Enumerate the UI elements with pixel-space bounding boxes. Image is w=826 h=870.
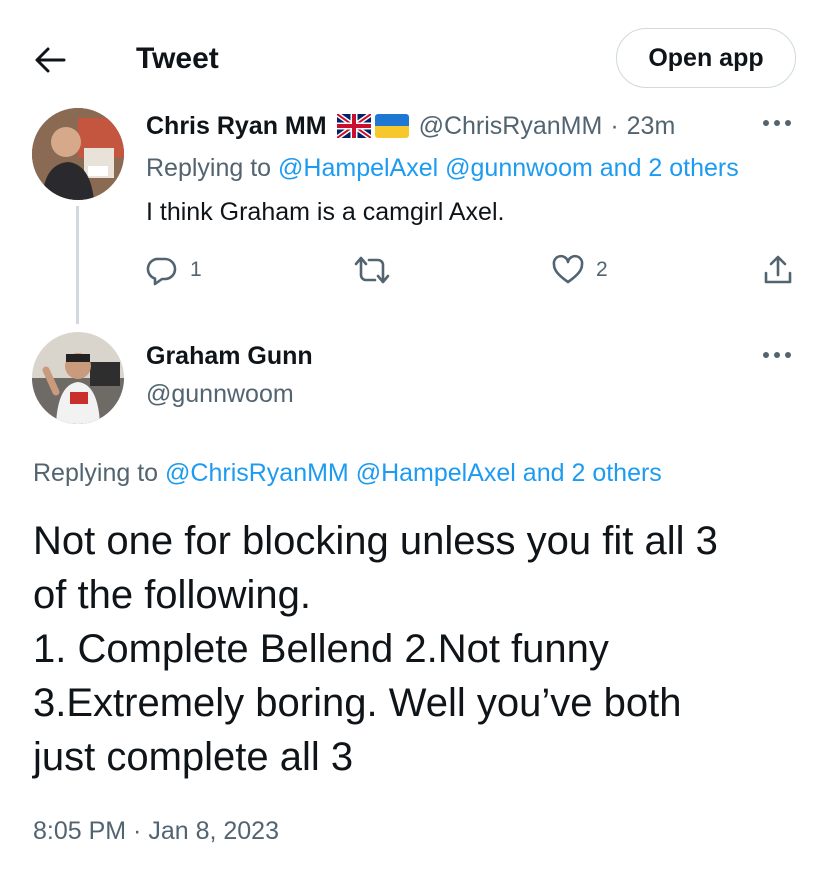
tweet-text-line: just complete all 3 xyxy=(33,735,354,779)
replying-to: Replying to @HampelAxel @gunnwoom and 2 … xyxy=(146,152,739,184)
like-count: 2 xyxy=(596,258,608,281)
tweet-text-line: 1. Complete Bellend 2.Not funny xyxy=(33,627,609,671)
arrow-left-icon xyxy=(35,47,66,73)
retweet-button[interactable] xyxy=(354,254,402,286)
replying-prefix: Replying to xyxy=(146,154,272,182)
more-dots-icon xyxy=(763,352,791,358)
reply-icon xyxy=(146,257,177,286)
reply-count: 1 xyxy=(190,258,202,281)
avatar[interactable] xyxy=(32,332,124,424)
open-app-button[interactable]: Open app xyxy=(616,28,796,88)
like-button[interactable]: 2 xyxy=(552,254,608,286)
tweet-text: I think Graham is a camgirl Axel. xyxy=(146,198,505,226)
heart-icon xyxy=(552,254,584,284)
share-icon xyxy=(764,255,792,284)
author-name[interactable]: Chris Ryan MM xyxy=(146,110,327,142)
author-handle[interactable]: @gunnwoom xyxy=(146,378,294,410)
share-button[interactable] xyxy=(762,254,794,286)
tweet-text-line: 3.Extremely boring. Well you’ve both xyxy=(33,681,682,725)
avatar[interactable] xyxy=(32,108,124,200)
tweet-text-line: Not one for blocking unless you fit all … xyxy=(33,519,718,563)
uk-flag-icon xyxy=(336,114,371,138)
replying-to-links[interactable]: @ChrisRyanMM @HampelAxel and 2 others xyxy=(165,459,662,487)
back-button[interactable] xyxy=(28,38,72,82)
replying-to: Replying to @ChrisRyanMM @HampelAxel and… xyxy=(33,457,662,489)
replying-prefix: Replying to xyxy=(33,459,159,487)
more-button[interactable] xyxy=(762,350,792,360)
retweet-icon xyxy=(354,256,390,284)
reply-button[interactable]: 1 xyxy=(146,254,202,286)
tweet-text: Not one for blocking unless you fit all … xyxy=(33,514,813,784)
separator: · xyxy=(610,112,619,140)
tweet-timestamp[interactable]: 8:05 PM · Jan 8, 2023 xyxy=(33,815,279,847)
thread-connector xyxy=(76,206,79,324)
ukraine-flag-icon xyxy=(374,114,409,138)
tweet-text-line: of the following. xyxy=(33,573,311,617)
replying-to-links[interactable]: @HampelAxel @gunnwoom and 2 others xyxy=(278,154,739,182)
tweet-time[interactable]: 23m xyxy=(627,110,676,142)
more-dots-icon xyxy=(763,120,791,126)
author-name[interactable]: Graham Gunn xyxy=(146,340,313,372)
page-title: Tweet xyxy=(136,42,219,75)
author-handle[interactable]: @ChrisRyanMM xyxy=(419,110,603,142)
more-button[interactable] xyxy=(762,118,792,128)
